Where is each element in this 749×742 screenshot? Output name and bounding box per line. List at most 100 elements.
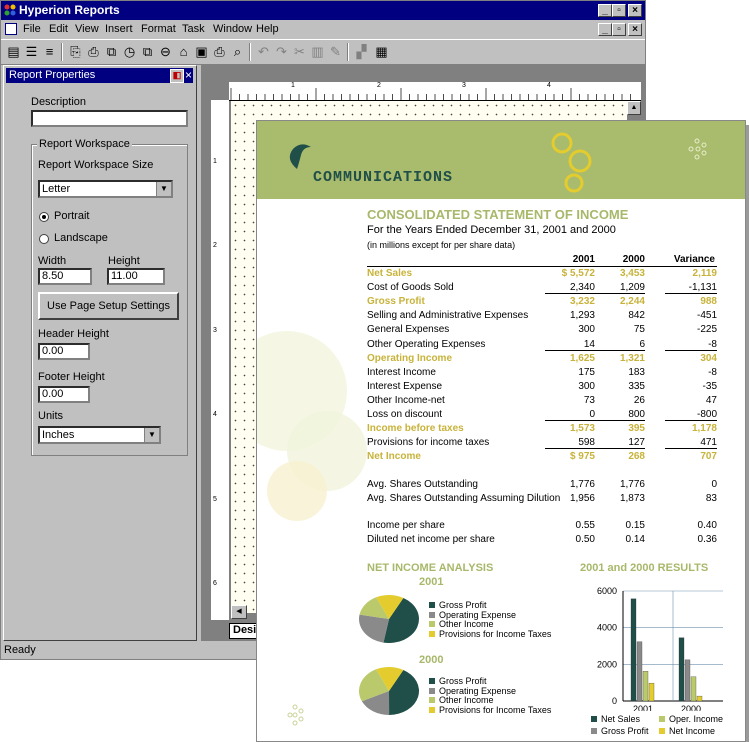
bar bbox=[630, 598, 637, 702]
row-label: Income per share bbox=[367, 520, 445, 531]
panel-close-button[interactable]: × bbox=[183, 69, 194, 81]
row-label: Diluted net income per share bbox=[367, 534, 495, 545]
horizontal-ruler: 1 2 3 4 bbox=[229, 82, 641, 101]
redo-icon[interactable]: ↷ bbox=[273, 43, 290, 60]
workspace-size-select[interactable]: Letter ▼ bbox=[38, 180, 173, 198]
clock-icon[interactable]: ◷ bbox=[121, 43, 138, 60]
report-page: COMMUNICATIONS CONSOLIDATED STATEMENT OF… bbox=[256, 120, 746, 742]
row-value: 183 bbox=[628, 366, 645, 378]
pin-icon[interactable]: ◧ bbox=[170, 69, 184, 83]
panel-title: Report Properties bbox=[9, 69, 96, 81]
chart-icon[interactable]: ▞ bbox=[353, 43, 370, 60]
legend-item: Provisions for Income Taxes bbox=[429, 705, 551, 716]
cut-icon[interactable]: ✂ bbox=[291, 43, 308, 60]
new-from-icon[interactable]: ⎙ bbox=[85, 43, 102, 60]
footer-height-input[interactable]: 0.00 bbox=[38, 386, 90, 403]
object-icon[interactable]: ⧉ bbox=[139, 43, 156, 60]
connect-icon[interactable]: ⊖ bbox=[157, 43, 174, 60]
row-value: -800 bbox=[665, 409, 717, 421]
legend-swatch bbox=[659, 716, 665, 722]
doc-minimize-button[interactable]: _ bbox=[598, 23, 612, 36]
height-input[interactable]: 11.00 bbox=[107, 268, 165, 285]
landscape-radio[interactable] bbox=[39, 234, 49, 244]
x-tick-label: 2001 bbox=[633, 704, 653, 711]
workspace-size-value: Letter bbox=[42, 183, 71, 195]
print-preview-icon[interactable]: ⌕ bbox=[229, 43, 246, 60]
table-row: Other Income-net 73 26 47 bbox=[367, 394, 717, 408]
chevron-down-icon[interactable]: ▼ bbox=[144, 428, 159, 442]
bar bbox=[642, 671, 649, 702]
row-label: Net Sales bbox=[367, 268, 413, 279]
table-row: Income before taxes 1,573 395 1,178 bbox=[367, 422, 717, 436]
menu-insert[interactable]: Insert bbox=[105, 23, 133, 35]
doc-restore-button[interactable]: ▫ bbox=[612, 23, 626, 36]
grid-icon[interactable]: ▦ bbox=[373, 43, 390, 60]
scroll-up-button[interactable]: ▲ bbox=[627, 101, 641, 115]
width-input[interactable]: 8.50 bbox=[38, 268, 92, 285]
new-icon[interactable]: ⎘ bbox=[67, 43, 84, 60]
menu-edit[interactable]: Edit bbox=[49, 23, 68, 35]
pie-title-2000: 2000 bbox=[419, 654, 444, 666]
row-value: 1,873 bbox=[619, 493, 645, 504]
save-icon[interactable]: ▣ bbox=[193, 43, 210, 60]
legend-item: Oper. Income bbox=[659, 714, 727, 724]
row-label: Loss on discount bbox=[367, 409, 443, 420]
menu-window[interactable]: Window bbox=[213, 23, 252, 35]
row-value: 0 bbox=[545, 409, 595, 421]
description-input[interactable] bbox=[31, 110, 188, 127]
row-value: 0.36 bbox=[697, 534, 717, 545]
footer-height-label: Footer Height bbox=[38, 371, 105, 383]
row-value: 1,573 bbox=[569, 423, 595, 435]
menu-task[interactable]: Task bbox=[182, 23, 205, 35]
chevron-down-icon[interactable]: ▼ bbox=[156, 182, 171, 196]
open-icon[interactable]: ⌂ bbox=[175, 43, 192, 60]
menu-file[interactable]: File bbox=[23, 23, 41, 35]
pie-section-title: NET INCOME ANALYSIS bbox=[367, 562, 494, 574]
vruler-number: 3 bbox=[213, 327, 217, 334]
row-value: 800 bbox=[595, 409, 645, 421]
undo-icon[interactable]: ↶ bbox=[255, 43, 272, 60]
row-value: 598 bbox=[545, 437, 595, 450]
table-row: Avg. Shares Outstanding 1,776 1,776 0 bbox=[367, 478, 717, 492]
use-page-setup-button[interactable]: Use Page Setup Settings bbox=[38, 292, 179, 320]
row-value: -451 bbox=[696, 310, 717, 322]
paste-icon[interactable]: ▥ bbox=[309, 43, 326, 60]
copy-report-icon[interactable]: ⧉ bbox=[103, 43, 120, 60]
row-value: 0.14 bbox=[625, 534, 645, 545]
portrait-radio[interactable] bbox=[39, 212, 49, 222]
row-value: 2,244 bbox=[619, 296, 645, 308]
maximize-button[interactable]: ▫ bbox=[612, 4, 626, 17]
legend-label: Net Sales bbox=[601, 714, 641, 724]
table-row: Interest Expense 300 335 -35 bbox=[367, 380, 717, 394]
vruler-number: 6 bbox=[213, 580, 217, 587]
row-value: 6 bbox=[595, 339, 645, 351]
doc-close-button[interactable]: × bbox=[628, 23, 642, 36]
row-value: 73 bbox=[583, 394, 595, 406]
menu-format[interactable]: Format bbox=[141, 23, 176, 35]
scroll-left-button[interactable]: ◀ bbox=[231, 605, 247, 619]
outline-icon[interactable]: ≡ bbox=[41, 43, 58, 60]
bar bbox=[690, 676, 697, 702]
workspace-group-label: Report Workspace bbox=[37, 138, 132, 150]
row-label: Income before taxes bbox=[367, 423, 464, 435]
format-painter-icon[interactable]: ✎ bbox=[327, 43, 344, 60]
bar-legend: Net Sales Oper. Income Gross Profit Net Inc… bbox=[591, 713, 741, 737]
minimize-button[interactable]: _ bbox=[598, 4, 612, 17]
footer-dots-decoration bbox=[287, 704, 304, 726]
header-height-label: Header Height bbox=[38, 328, 109, 340]
row-label: Operating Income bbox=[367, 352, 453, 364]
header-height-input[interactable]: 0.00 bbox=[38, 343, 90, 360]
report-bg-decoration bbox=[257, 331, 367, 521]
print-icon[interactable]: ⎙ bbox=[211, 43, 228, 60]
document-icon[interactable] bbox=[5, 23, 17, 35]
menu-view[interactable]: View bbox=[75, 23, 99, 35]
menu-help[interactable]: Help bbox=[256, 23, 279, 35]
tree-icon[interactable]: ☰ bbox=[23, 43, 40, 60]
close-button[interactable]: × bbox=[628, 4, 642, 17]
units-select[interactable]: Inches ▼ bbox=[38, 426, 161, 444]
row-label: Provisions for income taxes bbox=[367, 437, 490, 449]
row-value: 842 bbox=[628, 310, 645, 322]
table-row: General Expenses 300 75 -225 bbox=[367, 323, 717, 337]
properties-icon[interactable]: ▤ bbox=[5, 43, 22, 60]
row-value: 300 bbox=[578, 324, 595, 336]
